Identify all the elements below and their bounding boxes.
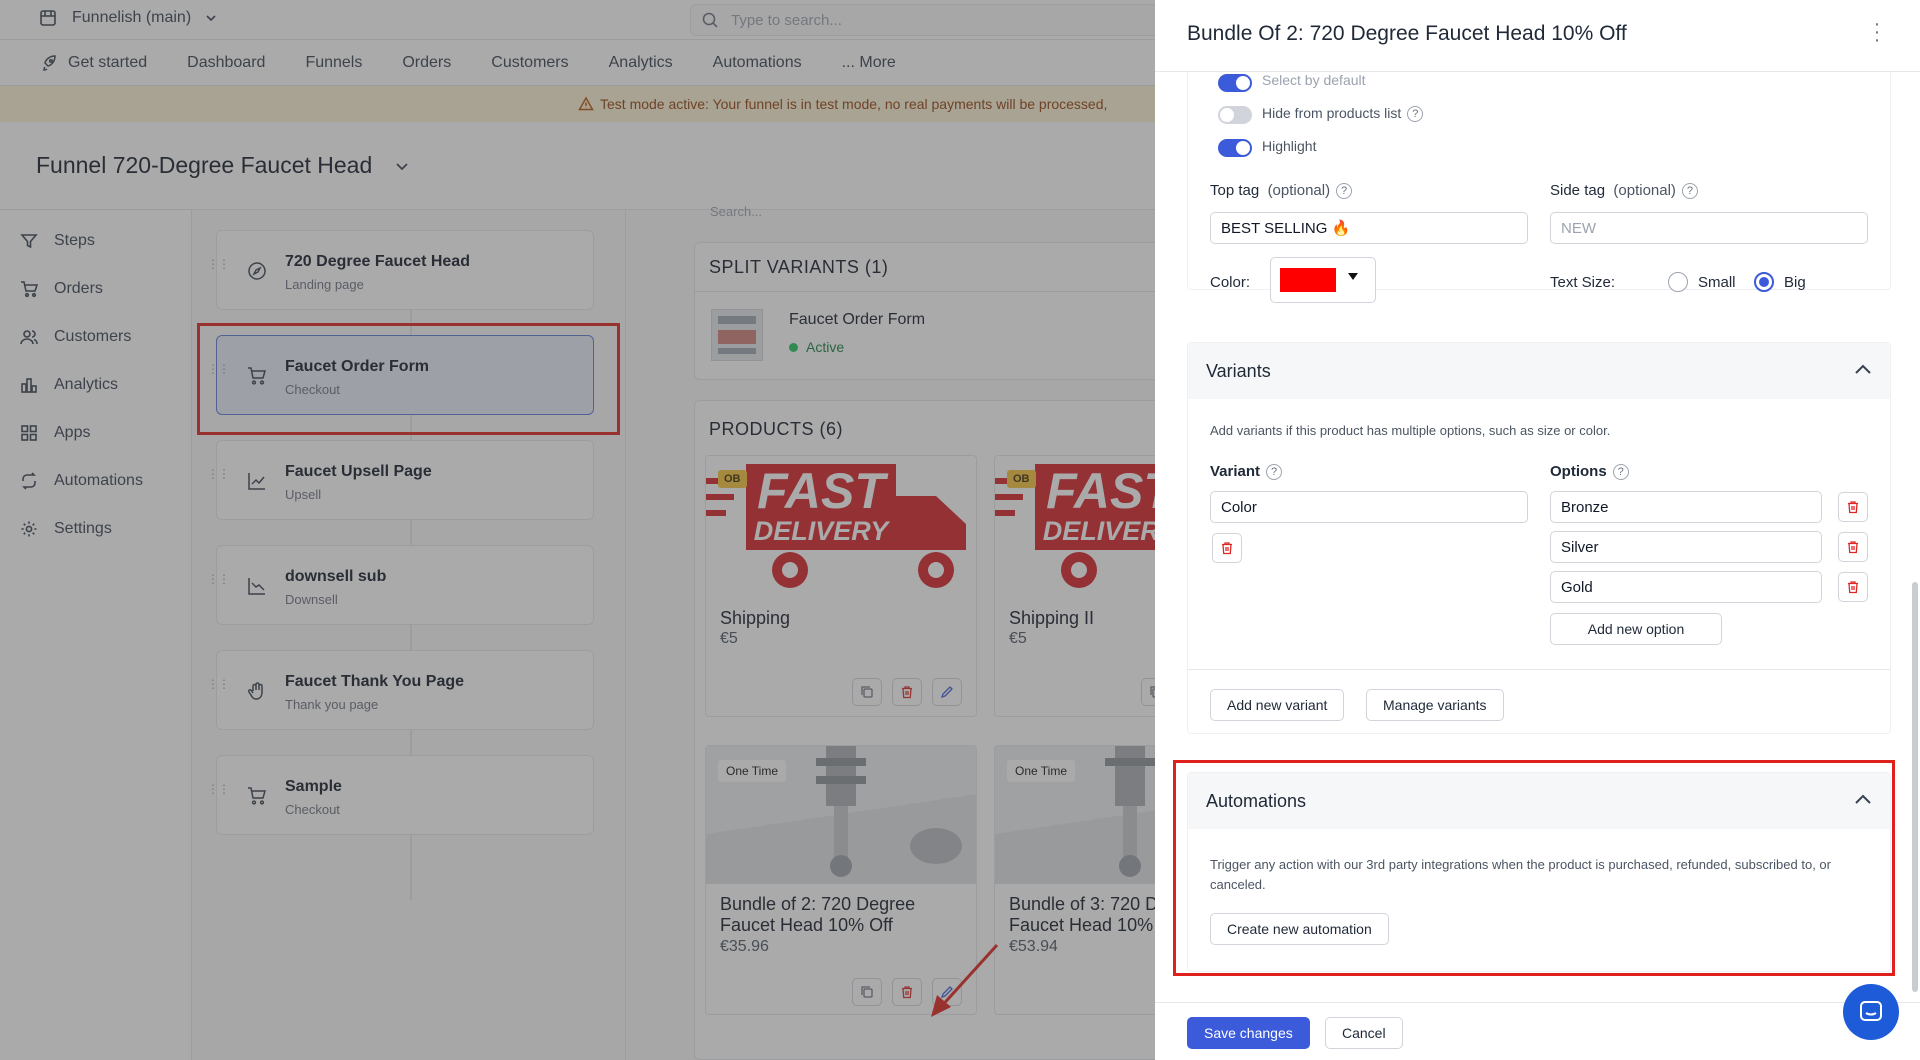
variants-title: Variants [1206, 360, 1271, 381]
option-input[interactable]: Gold [1550, 571, 1822, 603]
help-icon: ? [1612, 464, 1629, 481]
help-icon: ? [1681, 183, 1698, 200]
product-edit-panel: Bundle Of 2: 720 Degree Faucet Head 10% … [1155, 0, 1920, 1060]
highlight-label: Highlight [1262, 138, 1317, 154]
text-size-label: Text Size: [1550, 274, 1616, 291]
trash-icon [1848, 581, 1858, 594]
variants-block: Variants Add variants if this product ha… [1187, 342, 1891, 734]
color-picker[interactable] [1270, 257, 1376, 303]
variant-label: Variant? [1210, 463, 1283, 481]
help-icon: ? [1336, 183, 1353, 200]
select-by-default-label: Select by default [1262, 72, 1366, 88]
hide-from-list-toggle[interactable] [1218, 106, 1252, 124]
panel-footer: Save changes Cancel [1155, 1002, 1920, 1060]
chat-widget-button[interactable] [1843, 984, 1899, 1040]
more-options-icon[interactable]: · · · [1867, 14, 1887, 50]
save-changes-button[interactable]: Save changes [1187, 1017, 1310, 1049]
variants-header[interactable]: Variants [1188, 343, 1890, 399]
color-swatch [1280, 268, 1336, 292]
caret-down-icon [1347, 272, 1359, 282]
delete-option-button[interactable] [1838, 492, 1868, 522]
manage-variants-button[interactable]: Manage variants [1366, 689, 1504, 721]
variants-description: Add variants if this product has multipl… [1210, 423, 1611, 438]
product-settings-block: Select by default Hide from products lis… [1187, 72, 1891, 303]
cancel-button[interactable]: Cancel [1325, 1017, 1403, 1049]
chat-icon [1858, 999, 1884, 1025]
top-tag-input[interactable]: BEST SELLING 🔥 [1210, 212, 1528, 244]
text-size-big-label: Big [1784, 274, 1806, 291]
add-option-button[interactable]: Add new option [1550, 613, 1722, 645]
panel-scrollbar[interactable] [1912, 582, 1918, 992]
select-by-default-toggle[interactable] [1218, 74, 1252, 92]
option-input[interactable]: Bronze [1550, 491, 1822, 523]
variant-name-input[interactable]: Color [1210, 491, 1528, 523]
text-size-small-label: Small [1698, 274, 1736, 291]
top-tag-label: Top tag (optional)? [1210, 182, 1353, 200]
hide-from-list-label: Hide from products list? [1262, 105, 1424, 123]
delete-option-button[interactable] [1838, 572, 1868, 602]
panel-title: Bundle Of 2: 720 Degree Faucet Head 10% … [1187, 22, 1627, 45]
help-icon: ? [1407, 106, 1424, 123]
options-label: Options? [1550, 463, 1629, 481]
modal-backdrop[interactable] [0, 0, 1155, 1060]
app: Funnelish (main) Type to search... Get s… [0, 0, 1920, 1060]
option-input[interactable]: Silver [1550, 531, 1822, 563]
trash-icon [1848, 501, 1858, 514]
panel-header: Bundle Of 2: 720 Degree Faucet Head 10% … [1155, 0, 1920, 72]
panel-body: Select by default Hide from products lis… [1155, 72, 1920, 1006]
side-tag-label: Side tag (optional)? [1550, 182, 1698, 200]
chevron-up-icon[interactable] [1854, 363, 1872, 375]
highlight-box [1173, 760, 1895, 976]
delete-option-button[interactable] [1838, 532, 1868, 562]
highlight-toggle[interactable] [1218, 139, 1252, 157]
delete-variant-button[interactable] [1212, 533, 1242, 563]
trash-icon [1848, 541, 1858, 554]
text-size-big-radio[interactable] [1754, 272, 1774, 292]
add-variant-button[interactable]: Add new variant [1210, 689, 1345, 721]
side-tag-input[interactable]: NEW [1550, 212, 1868, 244]
divider [1188, 669, 1890, 670]
color-label: Color: [1210, 274, 1251, 291]
trash-icon [1222, 542, 1232, 555]
help-icon: ? [1266, 464, 1283, 481]
text-size-small-radio[interactable] [1668, 272, 1688, 292]
